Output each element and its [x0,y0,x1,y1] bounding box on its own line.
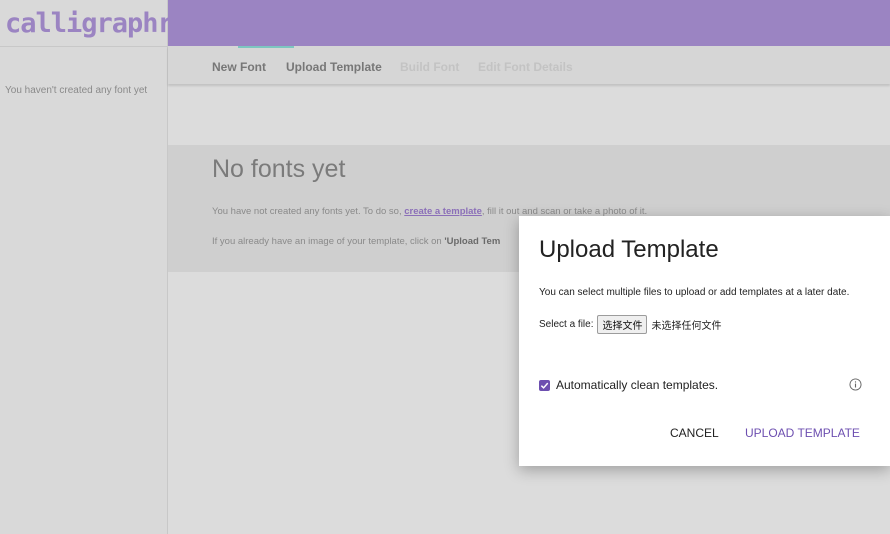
tab-upload-template[interactable]: Upload Template [286,60,382,74]
file-status: 未选择任何文件 [651,321,722,332]
top-header-bar [168,0,890,46]
file-picker-row: Select a file: 选择文件 未选择任何文件 [539,315,721,334]
upload-template-button[interactable]: UPLOAD TEMPLATE [745,426,860,440]
tab-edit-font-details: Edit Font Details [478,60,573,74]
step-tabs: New Font Upload Template Build Font Edit… [168,46,890,84]
active-tab-indicator [238,46,294,48]
instructions-line-2: If you already have an image of your tem… [212,236,500,247]
page-title: No fonts yet [212,155,346,183]
info-circle-icon[interactable] [849,378,862,391]
auto-clean-label: Automatically clean templates. [556,378,719,392]
file-label: Select a file: [539,319,594,330]
sidebar-empty-message: You haven't created any font yet [5,85,148,96]
cancel-button[interactable]: CANCEL [670,426,719,440]
sidebar: calligraphr You haven't created any font… [0,0,174,534]
logo-area: calligraphr [0,0,174,47]
instructions-text: You have not created any fonts yet. To d… [212,206,405,217]
upload-template-reference: 'Upload Tem [444,236,501,247]
dialog-title: Upload Template [539,236,719,263]
instructions-text-2: If you already have an image of your tem… [212,236,445,247]
upload-template-dialog: Upload Template You can select multiple … [519,216,890,466]
tab-build-font: Build Font [400,60,460,74]
auto-clean-row: Automatically clean templates. [539,378,718,392]
create-template-link[interactable]: create a template [404,206,482,217]
tab-new-font[interactable]: New Font [212,60,266,74]
choose-file-button[interactable]: 选择文件 [597,315,648,334]
dialog-description: You can select multiple files to upload … [539,287,850,298]
checkmark-icon [540,382,549,389]
calligraphr-logo[interactable]: calligraphr [5,10,174,38]
auto-clean-checkbox[interactable] [539,379,550,391]
